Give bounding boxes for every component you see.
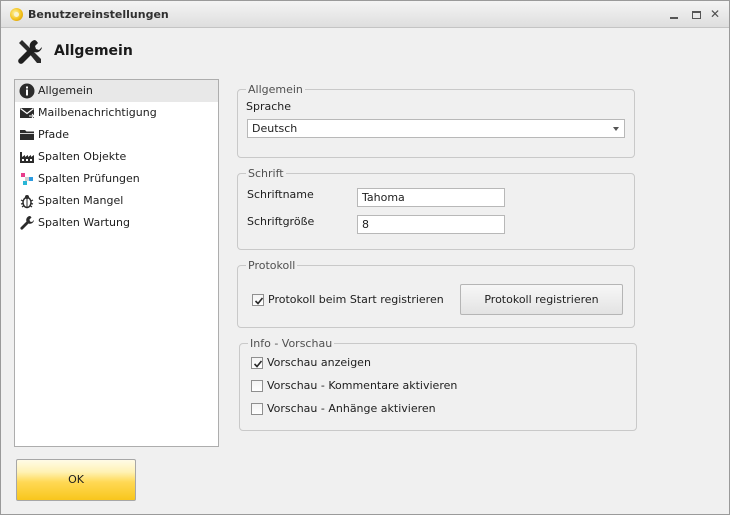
sidebar-item-pfade[interactable]: Pfade	[15, 124, 218, 146]
sidebar-item-label: Allgemein	[38, 84, 93, 97]
protocol-start-checkbox[interactable]	[252, 294, 264, 306]
preview-attachments-checkbox[interactable]	[251, 403, 263, 415]
preview-attachments-checkbox-row[interactable]: Vorschau - Anhänge aktivieren	[251, 401, 471, 417]
sidebar-item-allgemein[interactable]: Allgemein	[15, 80, 218, 102]
sidebar-item-label: Spalten Objekte	[38, 150, 127, 163]
sidebar-item-spalten-objekte[interactable]: Spalten Objekte	[15, 146, 218, 168]
sidebar-item-label: Mailbenachrichtigung	[38, 106, 157, 119]
wrench-icon	[20, 216, 34, 230]
group-general: Allgemein Sprache Deutsch	[237, 83, 635, 158]
close-icon: ✕	[709, 7, 721, 21]
ok-button[interactable]: OK	[16, 459, 136, 501]
factory-icon	[20, 152, 34, 163]
sidebar-item-label: Spalten Mangel	[38, 194, 124, 207]
settings-category-list: Allgemein Mailbenachrichtigung Pfade Spa…	[14, 79, 219, 447]
colored-squares-icon	[21, 173, 33, 185]
group-protocol: Protokoll Protokoll beim Start registrie…	[237, 259, 635, 328]
language-label: Sprache	[246, 100, 292, 113]
font-name-input[interactable]: Tahoma	[357, 188, 505, 207]
language-select[interactable]: Deutsch	[247, 119, 625, 138]
font-name-label: Schriftname	[247, 188, 314, 201]
font-size-label: Schriftgröße	[247, 215, 315, 228]
app-gear-icon	[10, 8, 23, 21]
preview-comments-checkbox[interactable]	[251, 380, 263, 392]
checkmark-icon	[254, 297, 264, 305]
maximize-button[interactable]	[687, 6, 705, 22]
sidebar-item-label: Pfade	[38, 128, 69, 141]
group-legend: Protokoll	[246, 259, 298, 272]
folder-icon	[20, 130, 34, 140]
tools-icon	[18, 40, 42, 64]
font-size-input[interactable]: 8	[357, 215, 505, 234]
language-select-value: Deutsch	[252, 122, 298, 135]
group-legend: Allgemein	[246, 83, 305, 96]
sidebar-item-label: Spalten Prüfungen	[38, 172, 140, 185]
sidebar-item-spalten-wartung[interactable]: Spalten Wartung	[15, 212, 218, 234]
register-protocol-button[interactable]: Protokoll registrieren	[460, 284, 623, 315]
preview-show-label: Vorschau anzeigen	[267, 356, 371, 369]
sidebar-item-label: Spalten Wartung	[38, 216, 130, 229]
sidebar-item-spalten-mangel[interactable]: Spalten Mangel	[15, 190, 218, 212]
window-title: Benutzereinstellungen	[28, 8, 169, 21]
chevron-down-icon[interactable]	[613, 127, 619, 131]
protocol-start-checkbox-row[interactable]: Protokoll beim Start registrieren	[252, 292, 452, 308]
minimize-icon	[670, 16, 678, 19]
group-legend: Info - Vorschau	[248, 337, 335, 350]
info-icon	[19, 83, 35, 99]
page-title: Allgemein	[54, 43, 133, 59]
sidebar-item-spalten-pruefungen[interactable]: Spalten Prüfungen	[15, 168, 218, 190]
minimize-button[interactable]	[665, 6, 683, 22]
group-legend: Schrift	[246, 167, 286, 180]
settings-window: Benutzereinstellungen ✕ Allgemein Allgem…	[0, 0, 730, 515]
group-font: Schrift Schriftname Tahoma Schriftgröße …	[237, 167, 635, 250]
bug-icon	[20, 195, 34, 209]
preview-attachments-label: Vorschau - Anhänge aktivieren	[267, 402, 436, 415]
title-bar[interactable]: Benutzereinstellungen ✕	[1, 1, 729, 28]
preview-show-checkbox-row[interactable]: Vorschau anzeigen	[251, 355, 451, 371]
preview-show-checkbox[interactable]	[251, 357, 263, 369]
mail-icon	[20, 108, 35, 119]
preview-comments-checkbox-row[interactable]: Vorschau - Kommentare aktivieren	[251, 378, 471, 394]
maximize-icon	[691, 10, 701, 19]
protocol-start-label: Protokoll beim Start registrieren	[268, 293, 444, 306]
preview-comments-label: Vorschau - Kommentare aktivieren	[267, 379, 458, 392]
checkmark-icon	[253, 360, 263, 368]
close-button[interactable]: ✕	[706, 6, 724, 22]
sidebar-item-mailbenachrichtigung[interactable]: Mailbenachrichtigung	[15, 102, 218, 124]
group-preview: Info - Vorschau Vorschau anzeigen Vorsch…	[239, 337, 637, 431]
